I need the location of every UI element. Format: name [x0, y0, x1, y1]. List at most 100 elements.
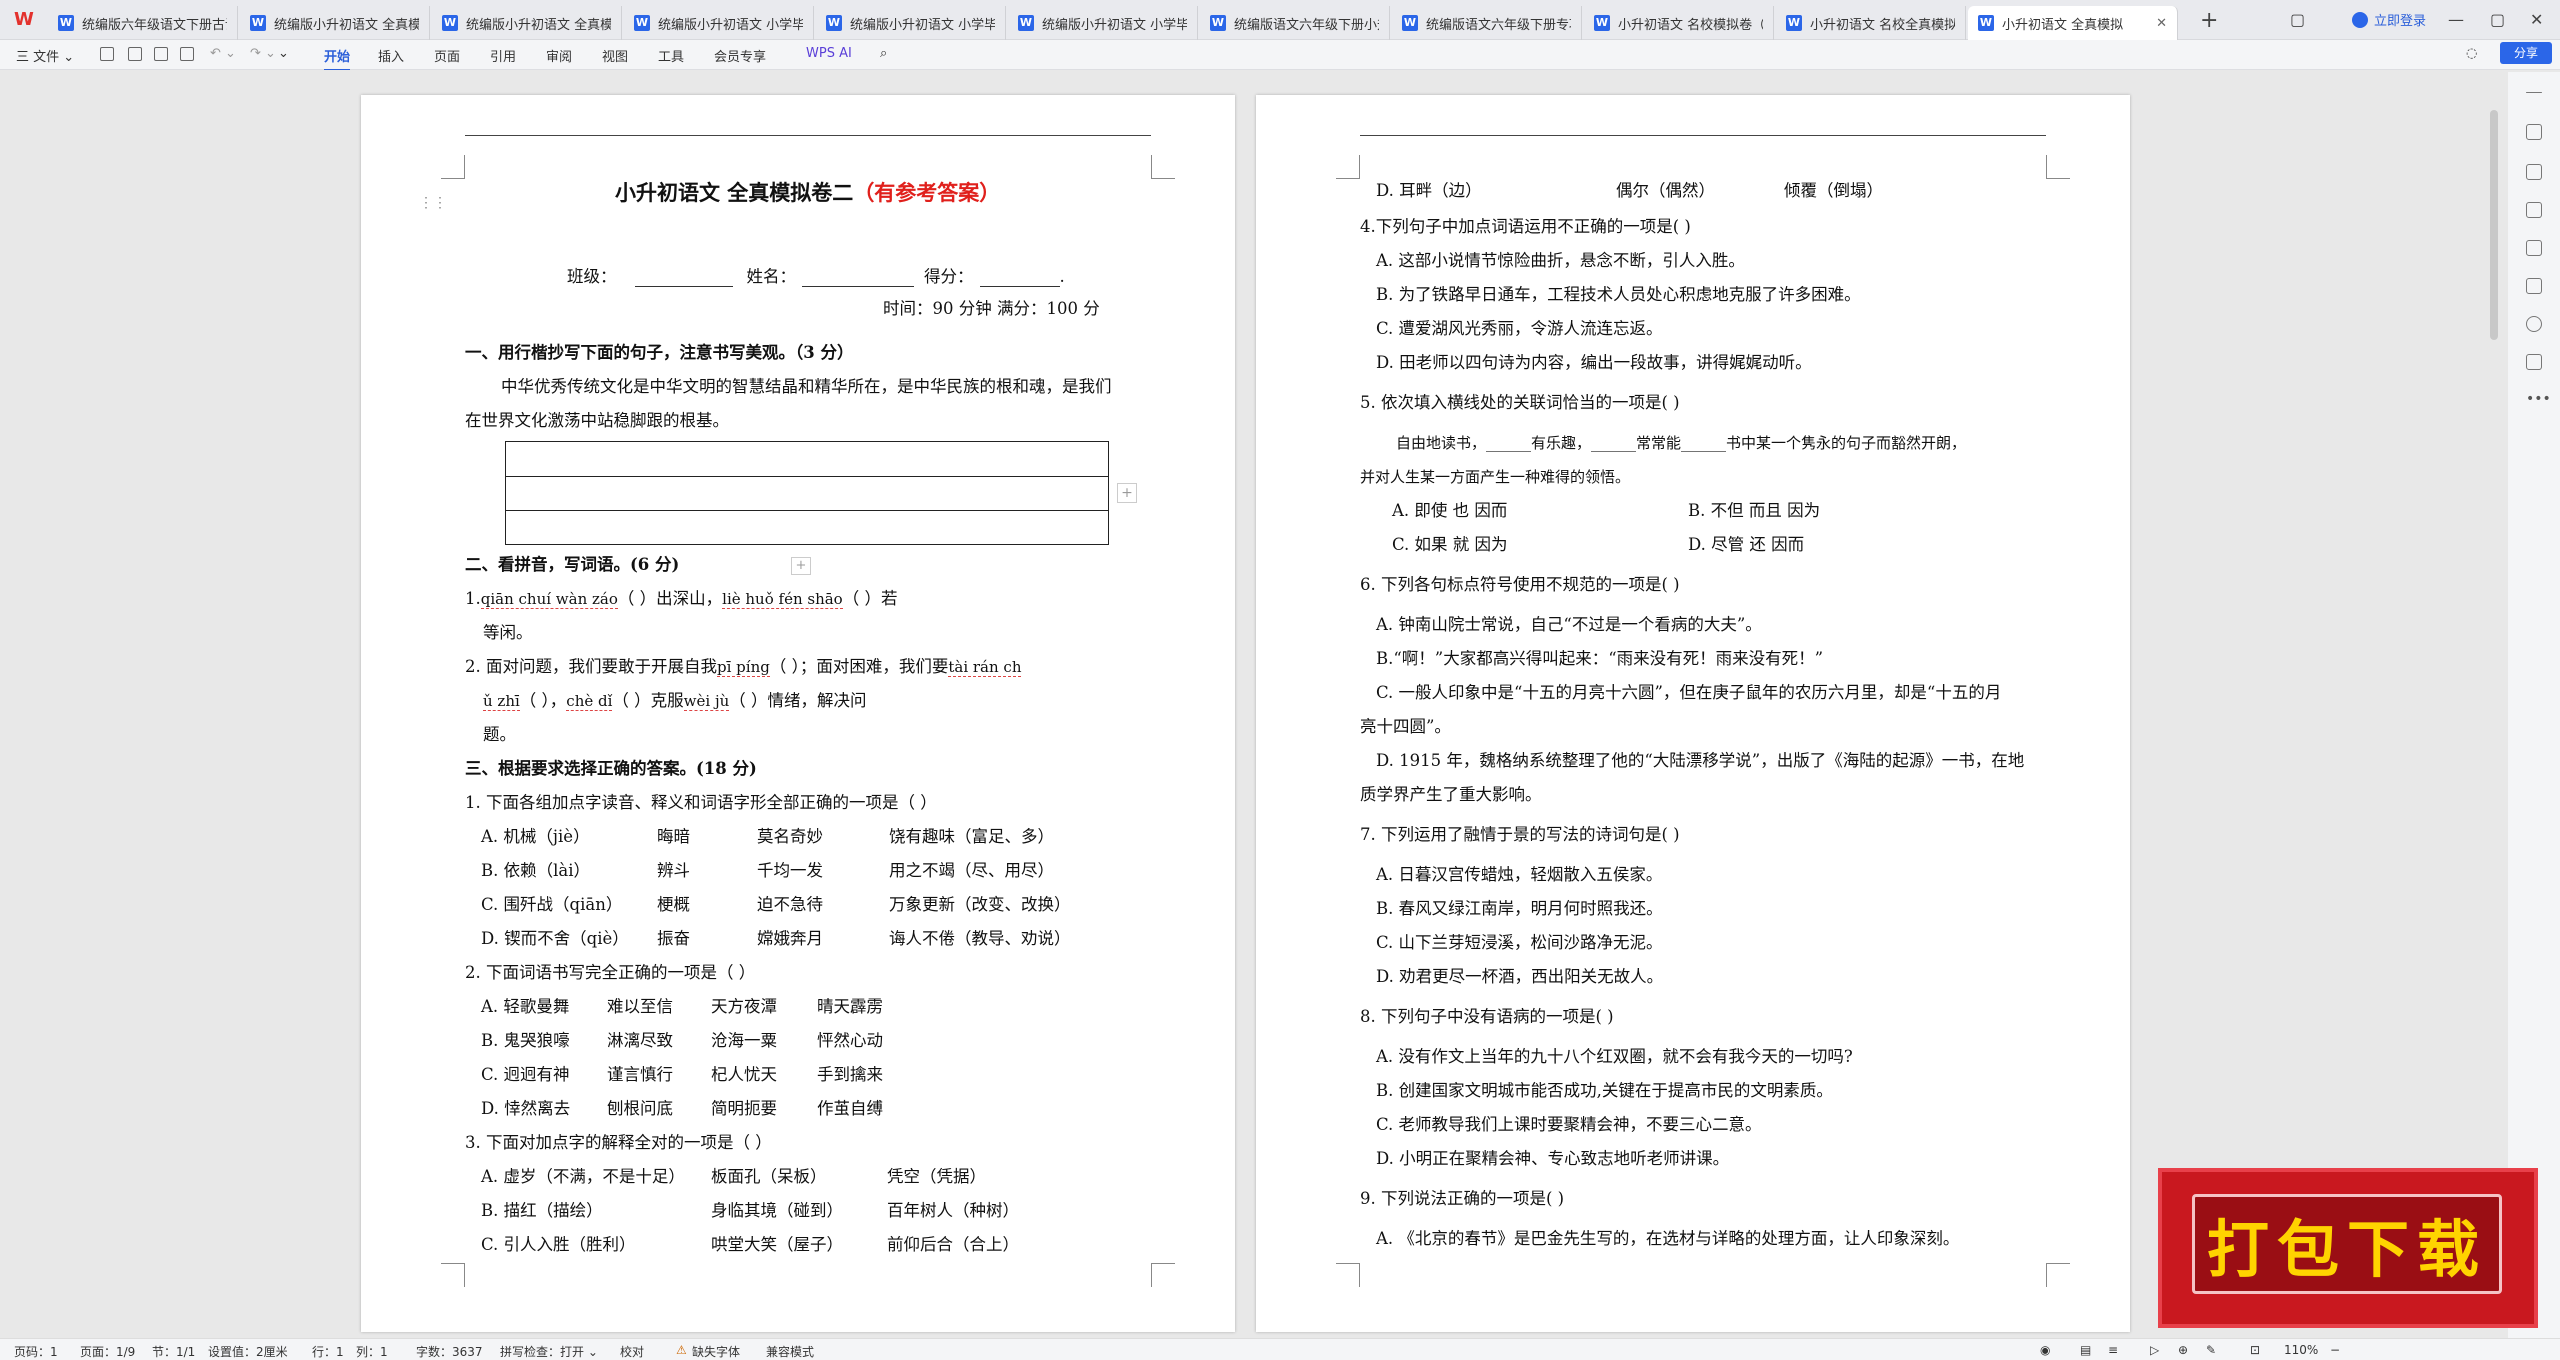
zoom-out-icon[interactable]: −	[2330, 1343, 2340, 1357]
pen-icon[interactable]: ✎	[2206, 1343, 2216, 1357]
edit-pen-icon[interactable]	[2526, 124, 2542, 140]
wps-ai-button[interactable]: WPS AI	[806, 46, 852, 61]
play-icon[interactable]: ▷	[2150, 1343, 2159, 1357]
tools-icon[interactable]	[2526, 278, 2542, 294]
status-setting[interactable]: 设置值：2厘米	[208, 1343, 288, 1360]
option-cell: 手到擒来	[817, 1065, 883, 1084]
option-row: C. 迥迥有神 谨言慎行 杞人忧天 手到擒来	[481, 1065, 883, 1085]
option-cell: B. 依赖（lài）	[481, 861, 591, 880]
help-icon[interactable]	[2526, 316, 2542, 332]
document-page-2[interactable]: D. 耳畔（边） 偶尔（偶然） 倾覆（倒塌） 4.下列句子中加点词语运用不正确的一项…	[1256, 95, 2130, 1332]
question-2: 2. 下面词语书写完全正确的一项是（ ）	[465, 963, 756, 982]
fit-icon[interactable]: ⊡	[2250, 1343, 2260, 1357]
tab-page[interactable]: 页面	[434, 46, 460, 65]
status-page[interactable]: 页码：1	[14, 1343, 58, 1360]
tab-label: 统编版小升初语文 全真模拟	[466, 17, 611, 33]
new-tab-button[interactable]: +	[2200, 8, 2218, 33]
more-icon[interactable]: •••	[2526, 392, 2551, 410]
word-doc-icon: W	[442, 15, 458, 31]
option-cell: 刨根问底	[607, 1099, 673, 1118]
zoom-level[interactable]: 110%	[2284, 1343, 2318, 1357]
missing-font-button[interactable]: 缺失字体	[692, 1343, 740, 1360]
list-view-icon[interactable]: ≡	[2108, 1343, 2118, 1357]
document-tab[interactable]: W 统编版小升初语文 全真模拟	[240, 6, 430, 40]
download-banner[interactable]: 打包下载	[2158, 1168, 2538, 1328]
question-9: 9. 下列说法正确的一项是( )	[1360, 1189, 1565, 1208]
eye-icon[interactable]: ◉	[2040, 1343, 2050, 1357]
add-table-icon[interactable]: +	[791, 557, 811, 575]
web-view-icon[interactable]: ⊕	[2178, 1343, 2188, 1357]
document-tab[interactable]: W 统编版六年级语文下册古诗	[48, 6, 238, 40]
tab-list-icon[interactable]: ▢	[2290, 10, 2305, 29]
document-tab-active[interactable]: W 小升初语文 全真模拟 ✕	[1968, 6, 2178, 40]
file-menu[interactable]: 三 文件 ⌄	[16, 46, 74, 65]
blank: （ ）若	[842, 589, 898, 608]
undo-icon[interactable]: ↶ ⌄	[210, 46, 236, 61]
writing-grid[interactable]	[505, 441, 1109, 545]
share-button[interactable]: 分享	[2500, 42, 2552, 64]
document-tab[interactable]: W 统编版语文六年级下册专项	[1392, 6, 1582, 40]
close-window-icon[interactable]: ✕	[2530, 10, 2543, 29]
settings-sliders-icon[interactable]	[2526, 202, 2542, 218]
document-tab[interactable]: W 统编版小升初语文 全真模拟	[432, 6, 622, 40]
search-icon[interactable]: ⌕	[880, 46, 887, 61]
pinyin: chè dǐ	[566, 692, 613, 711]
collab-icon[interactable]: ◌	[2466, 46, 2477, 61]
close-tab-icon[interactable]: ✕	[2156, 16, 2167, 31]
document-tab[interactable]: W 统编版语文六年级下册小升	[1200, 6, 1390, 40]
writing-row[interactable]	[506, 442, 1108, 477]
status-pages[interactable]: 页面：1/9	[80, 1343, 135, 1360]
document-tab[interactable]: W 统编版小升初语文 小学毕业	[1008, 6, 1198, 40]
document-tab[interactable]: W 统编版小升初语文 小学毕业	[624, 6, 814, 40]
tab-label: 统编版小升初语文 小学毕业	[658, 17, 803, 33]
maximize-icon[interactable]: ▢	[2490, 10, 2505, 29]
compat-mode[interactable]: 兼容模式	[766, 1343, 814, 1360]
login-button[interactable]: 立即登录	[2352, 10, 2426, 29]
export-icon[interactable]	[128, 47, 142, 61]
redo-icon[interactable]: ↷ ⌄	[250, 46, 276, 61]
status-wordcount[interactable]: 字数：3637	[416, 1343, 483, 1360]
writing-row[interactable]	[506, 477, 1108, 511]
document-tab[interactable]: W 统编版小升初语文 小学毕业	[816, 6, 1006, 40]
select-cursor-icon[interactable]	[2526, 164, 2542, 180]
vertical-scrollbar[interactable]	[2490, 110, 2498, 340]
document-tab[interactable]: W 小升初语文 名校全真模拟卷	[1776, 6, 1966, 40]
add-row-icon[interactable]: +	[1117, 483, 1137, 503]
writing-row[interactable]	[506, 511, 1108, 546]
drag-handle-icon[interactable]: ⋮⋮	[419, 193, 447, 213]
status-row[interactable]: 行：1	[312, 1343, 344, 1360]
save-icon[interactable]	[100, 47, 114, 61]
tab-home[interactable]: 开始	[324, 46, 351, 71]
collapse-icon[interactable]	[2526, 92, 2542, 93]
wps-logo-icon[interactable]: W	[14, 10, 38, 30]
spellcheck-toggle[interactable]: 拼写检查：打开 ⌄	[500, 1343, 598, 1360]
proofread-button[interactable]: 校对	[620, 1343, 644, 1360]
tab-view[interactable]: 视图	[602, 46, 628, 65]
document-page-1[interactable]: ⋮⋮ 小升初语文 全真模拟卷二（有参考答案） 班级： 姓名： 得分：. 时间：90 …	[361, 95, 1235, 1332]
status-col[interactable]: 列：1	[356, 1343, 388, 1360]
tab-member[interactable]: 会员专享	[714, 46, 766, 65]
tab-label: 统编版小升初语文 小学毕业	[1042, 17, 1187, 33]
status-section[interactable]: 节：1/1	[152, 1343, 195, 1360]
banner-text: 打包下载	[2206, 1213, 2487, 1286]
image-icon[interactable]	[2526, 240, 2542, 256]
option: A. 《北京的春节》是巴金先生写的，在选材与详略的处理方面，让人印象深刻。	[1376, 1229, 1960, 1248]
word-doc-icon: W	[1594, 15, 1610, 31]
missing-font-warning-icon[interactable]: ⚠	[676, 1343, 687, 1357]
header-line	[465, 135, 1151, 136]
pinyin: liè huǒ fén shāo	[722, 590, 843, 609]
tab-tools[interactable]: 工具	[658, 46, 684, 65]
more-chevron-icon[interactable]: ⌄	[278, 46, 289, 61]
name-label: 姓名：	[746, 267, 797, 286]
option-cell: 晴天霹雳	[817, 997, 883, 1016]
tab-review[interactable]: 审阅	[546, 46, 572, 65]
cloud-icon[interactable]	[2526, 354, 2542, 370]
print-preview-icon[interactable]	[180, 47, 194, 61]
tab-insert[interactable]: 插入	[378, 46, 404, 65]
word-doc-icon: W	[1978, 15, 1994, 31]
print-icon[interactable]	[154, 47, 168, 61]
minimize-icon[interactable]: —	[2448, 10, 2464, 29]
page-view-icon[interactable]: ▤	[2080, 1343, 2091, 1357]
document-tab[interactable]: W 小升初语文 名校模拟卷（含	[1584, 6, 1774, 40]
tab-references[interactable]: 引用	[490, 46, 516, 65]
